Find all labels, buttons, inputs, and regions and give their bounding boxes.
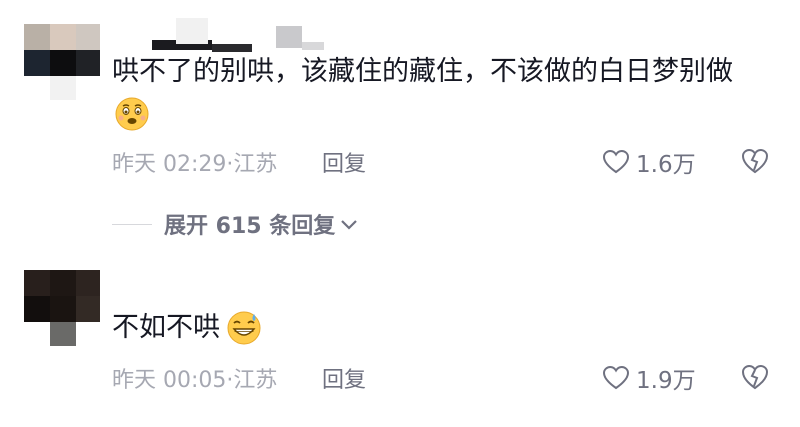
comment-item: 哄不了的别哄，该藏住的藏住，不该做的白日梦别做 昨天 02:29·江苏 回复 1…: [0, 0, 800, 200]
comment-text-content: 不如不哄: [112, 312, 220, 343]
comment-item: 不如不哄 昨天 00:05·江苏 回复 1.9万: [0, 268, 800, 418]
comment-text: 哄不了的别哄，该藏住的藏住，不该做的白日梦别做: [112, 56, 733, 87]
comment-time: 昨天 00:05: [112, 368, 227, 393]
comment-text: 不如不哄: [112, 308, 220, 348]
comment-meta: 昨天 00:05·江苏: [112, 362, 277, 394]
grinning-sweat-emoji: [227, 311, 261, 345]
expand-replies-label: 展开 615 条回复: [164, 214, 336, 239]
comment-location: ·江苏: [226, 152, 278, 177]
comment-meta: 昨天 02:29·江苏: [112, 146, 277, 178]
expand-replies-button[interactable]: 展开 615 条回复: [112, 208, 359, 240]
comment-location: ·江苏: [226, 368, 278, 393]
like-count: 1.6万: [636, 152, 696, 178]
like-count: 1.9万: [636, 368, 696, 394]
comment-time: 昨天 02:29: [112, 152, 227, 177]
heart-outline-icon: [602, 365, 630, 390]
like-button[interactable]: 1.6万: [602, 145, 696, 179]
avatar[interactable]: [24, 270, 100, 346]
heart-outline-icon: [602, 149, 630, 174]
broken-heart-icon[interactable]: [740, 362, 770, 392]
divider: [112, 223, 152, 225]
avatar[interactable]: [24, 24, 100, 100]
username-redacted[interactable]: [112, 18, 332, 54]
chevron-down-icon: [341, 220, 358, 230]
woozy-face-emoji: [115, 97, 149, 131]
reply-button[interactable]: 回复: [322, 146, 366, 178]
like-button[interactable]: 1.9万: [602, 361, 696, 395]
broken-heart-icon[interactable]: [740, 146, 770, 176]
reply-button[interactable]: 回复: [322, 362, 366, 394]
